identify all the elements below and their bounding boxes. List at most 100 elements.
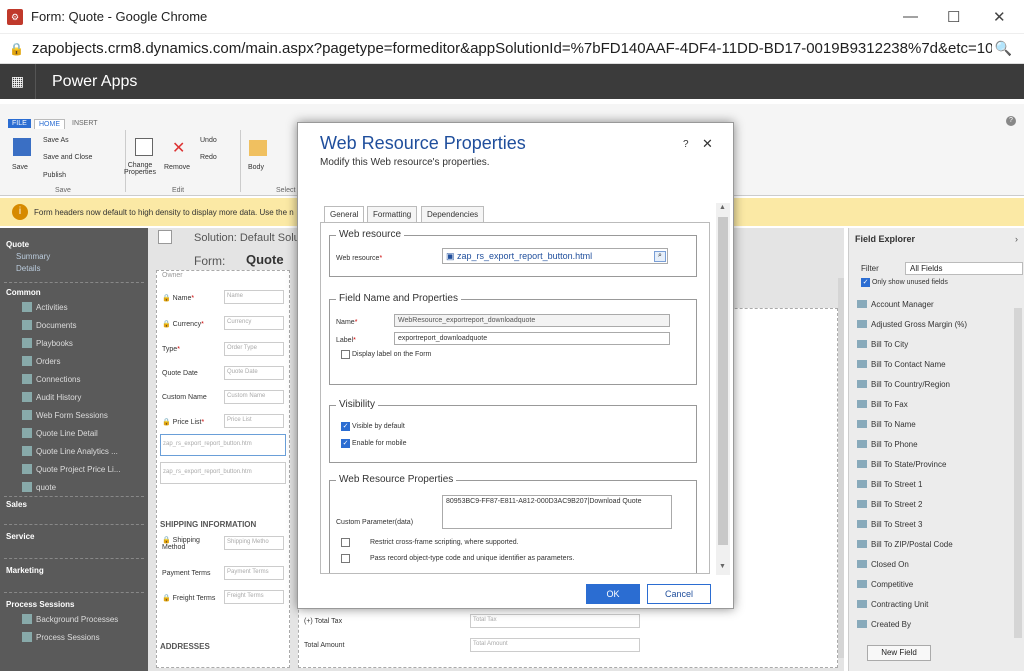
- explorer-field-bill-to-phone[interactable]: Bill To Phone: [857, 435, 1005, 453]
- help-icon[interactable]: ?: [1006, 116, 1016, 126]
- explorer-field-adjusted-gross-margin[interactable]: Adjusted Gross Margin (%): [857, 315, 1005, 333]
- explorer-field-bill-to-state[interactable]: Bill To State/Province: [857, 455, 1005, 473]
- nav-header-sales[interactable]: Sales: [6, 500, 27, 509]
- lookup-icon[interactable]: ⌕: [654, 251, 666, 262]
- explorer-field-bill-to-fax[interactable]: Bill To Fax: [857, 395, 1005, 413]
- nav-item-background-processes[interactable]: Background Processes: [22, 614, 118, 624]
- url-text[interactable]: zapobjects.crm8.dynamics.com/main.aspx?p…: [32, 40, 992, 57]
- body-button[interactable]: Body: [248, 164, 264, 171]
- nav-item-quote-line-analytics[interactable]: Quote Line Analytics ...: [22, 446, 118, 456]
- dialog-close-button[interactable]: ✕: [702, 136, 713, 152]
- tab-formatting[interactable]: Formatting: [367, 206, 418, 222]
- enable-for-mobile-checkbox[interactable]: ✓: [341, 439, 350, 448]
- nav-item-activities[interactable]: Activities: [22, 302, 68, 312]
- redo-button[interactable]: Redo: [200, 154, 217, 161]
- total-amount-input[interactable]: Total Amount: [470, 638, 640, 652]
- nav-item-documents[interactable]: Documents: [22, 320, 76, 330]
- field-input-type[interactable]: Order Type: [224, 342, 284, 356]
- explorer-field-bill-to-zip[interactable]: Bill To ZIP/Postal Code: [857, 535, 1005, 553]
- scroll-up-icon[interactable]: ▲: [719, 204, 726, 211]
- field-input-shipping-method[interactable]: Shipping Metho: [224, 536, 284, 550]
- display-label-checkbox[interactable]: [341, 350, 350, 359]
- nav-item-web-form-sessions[interactable]: Web Form Sessions: [22, 410, 108, 420]
- publish-button[interactable]: Publish: [43, 172, 66, 179]
- explorer-field-bill-to-name[interactable]: Bill To Name: [857, 415, 1005, 433]
- maximize-button[interactable]: ☐: [947, 8, 960, 26]
- nav-item-audit-history[interactable]: Audit History: [22, 392, 81, 402]
- nav-item-connections[interactable]: Connections: [22, 374, 80, 384]
- explorer-scrollbar[interactable]: [1014, 308, 1022, 638]
- scroll-down-icon[interactable]: ▼: [719, 563, 726, 570]
- tab-file[interactable]: FILE: [8, 119, 31, 128]
- explorer-field-bill-to-contact-name[interactable]: Bill To Contact Name: [857, 355, 1005, 373]
- tab-home[interactable]: HOME: [34, 119, 65, 129]
- nav-item-quote-line-detail[interactable]: Quote Line Detail: [22, 428, 98, 438]
- explorer-field-closed-on[interactable]: Closed On: [857, 555, 1005, 573]
- remove-button[interactable]: Remove: [164, 164, 190, 171]
- label-input[interactable]: exportreport_downloadquote: [394, 332, 670, 345]
- custom-parameter-input[interactable]: 80953BC9-FF87-E811-A812-000D3AC9B207|Dow…: [442, 495, 672, 529]
- ok-button[interactable]: OK: [586, 584, 640, 604]
- total-tax-input[interactable]: Total Tax: [470, 614, 640, 628]
- web-resource-lookup[interactable]: ▣ zap_rs_export_report_button.html: [442, 248, 668, 264]
- dialog-scrollbar[interactable]: ▲ ▼: [716, 203, 730, 575]
- field-input-payment-terms[interactable]: Payment Terms: [224, 566, 284, 580]
- scrollbar-thumb[interactable]: [718, 217, 728, 545]
- nav-header-service[interactable]: Service: [6, 532, 34, 541]
- address-bar[interactable]: 🔒 zapobjects.crm8.dynamics.com/main.aspx…: [0, 34, 1024, 64]
- field-input-custom-name[interactable]: Custom Name: [224, 390, 284, 404]
- nav-item-orders[interactable]: Orders: [22, 356, 60, 366]
- explorer-field-bill-to-street-1[interactable]: Bill To Street 1: [857, 475, 1005, 493]
- field-input-name[interactable]: Name: [224, 290, 284, 304]
- new-field-button[interactable]: New Field: [867, 645, 931, 661]
- close-window-button[interactable]: ✕: [993, 8, 1006, 26]
- dialog-help-button[interactable]: ?: [683, 139, 689, 150]
- field-input-freight-terms[interactable]: Freight Terms: [224, 590, 284, 604]
- explorer-field-bill-to-country[interactable]: Bill To Country/Region: [857, 375, 1005, 393]
- restrict-cross-frame-checkbox[interactable]: [341, 538, 350, 547]
- nav-item-playbooks[interactable]: Playbooks: [22, 338, 73, 348]
- nav-item-process-sessions[interactable]: Process Sessions: [22, 632, 100, 642]
- explorer-field-contracting-unit[interactable]: Contracting Unit: [857, 595, 1005, 613]
- web-resource-placeholder-2[interactable]: zap_rs_export_report_button.htm: [160, 462, 286, 484]
- pass-record-checkbox[interactable]: [341, 554, 350, 563]
- nav-header-process-sessions[interactable]: Process Sessions: [6, 600, 74, 609]
- undo-button[interactable]: Undo: [200, 137, 217, 144]
- save-and-close-button[interactable]: Save and Close: [43, 154, 92, 161]
- cancel-button[interactable]: Cancel: [647, 584, 711, 604]
- remove-icon: ✕: [172, 140, 186, 157]
- only-unused-checkbox[interactable]: ✓ Only show unused fields: [861, 278, 948, 287]
- zoom-icon[interactable]: 🔍: [995, 40, 1012, 57]
- explorer-field-created-by[interactable]: Created By: [857, 615, 1005, 633]
- explorer-field-competitive[interactable]: Competitive: [857, 575, 1005, 593]
- tab-general[interactable]: General: [324, 206, 365, 223]
- explorer-field-account-manager[interactable]: Account Manager: [857, 295, 1005, 313]
- web-resource-placeholder-1[interactable]: zap_rs_export_report_button.htm: [160, 434, 286, 456]
- nav-item-quote-project-price[interactable]: Quote Project Price Li...: [22, 464, 120, 474]
- tab-insert[interactable]: INSERT: [68, 119, 102, 128]
- save-as-button[interactable]: Save As: [43, 137, 69, 144]
- nav-header-marketing[interactable]: Marketing: [6, 566, 44, 575]
- name-input[interactable]: WebResource_exportreport_downloadquote: [394, 314, 670, 327]
- nav-header-common[interactable]: Common: [6, 288, 41, 297]
- field-input-currency[interactable]: Currency: [224, 316, 284, 330]
- nav-item-details[interactable]: Details: [16, 264, 40, 273]
- explorer-field-bill-to-city[interactable]: Bill To City: [857, 335, 1005, 353]
- filter-select[interactable]: All Fields: [905, 262, 1023, 275]
- visible-by-default-checkbox[interactable]: ✓: [341, 422, 350, 431]
- explorer-field-bill-to-street-2[interactable]: Bill To Street 2: [857, 495, 1005, 513]
- minimize-button[interactable]: —: [903, 8, 918, 25]
- field-input-quote-date[interactable]: Quote Date: [224, 366, 284, 380]
- form-scrollbar[interactable]: [838, 278, 844, 658]
- collapse-icon[interactable]: ›: [1015, 234, 1018, 244]
- nav-item-summary[interactable]: Summary: [16, 252, 50, 261]
- nav-item-quote[interactable]: quote: [22, 482, 56, 492]
- documents-icon: [22, 320, 32, 330]
- explorer-field-bill-to-street-3[interactable]: Bill To Street 3: [857, 515, 1005, 533]
- field-input-price-list[interactable]: Price List: [224, 414, 284, 428]
- save-button[interactable]: Save: [12, 164, 28, 171]
- nav-header-quote[interactable]: Quote: [6, 240, 29, 249]
- change-properties-button[interactable]: Change Properties: [120, 162, 160, 176]
- app-launcher-icon[interactable]: ▦: [0, 64, 36, 99]
- tab-dependencies[interactable]: Dependencies: [421, 206, 485, 222]
